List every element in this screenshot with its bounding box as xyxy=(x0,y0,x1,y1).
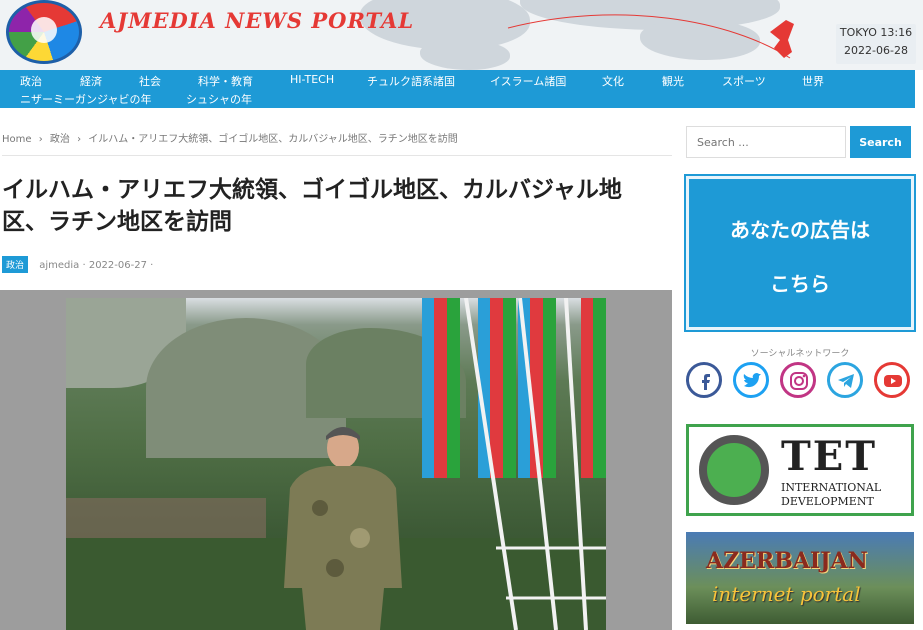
divider xyxy=(2,155,672,156)
tet-text: TET xyxy=(781,433,878,480)
aze-banner-title: AZERBAIJAN xyxy=(706,548,868,574)
article-title: イルハム・アリエフ大統領、ゴイゴル地区、カルバジャル地区、ラチン地区を訪問 xyxy=(2,177,622,235)
tet-line2: DEVELOPMENT xyxy=(781,495,874,508)
nav-item-islamic[interactable]: イスラーム諸国 xyxy=(490,73,566,89)
article-date: 2022-06-27 xyxy=(88,260,147,271)
city-time: TOKYO 13:16 xyxy=(839,26,913,39)
twitter-icon[interactable] xyxy=(733,362,769,398)
instagram-icon[interactable] xyxy=(780,362,816,398)
nav-item-shusha-year[interactable]: シュシャの年 xyxy=(186,91,252,107)
flight-path xyxy=(507,14,794,59)
person-figure xyxy=(284,427,402,630)
ad-banner[interactable]: あなたの広告は こちら xyxy=(684,174,916,332)
breadcrumb-home[interactable]: Home xyxy=(2,134,32,145)
facebook-icon[interactable] xyxy=(686,362,722,398)
article-image xyxy=(66,298,606,630)
nav-item-world[interactable]: 世界 xyxy=(802,73,824,89)
nav-item-sports[interactable]: スポーツ xyxy=(722,73,766,89)
meta-separator: · xyxy=(82,260,86,271)
breadcrumb-current: イルハム・アリエフ大統領、ゴイゴル地区、カルバジャル地区、ラチン地区を訪問 xyxy=(88,134,458,145)
site-title[interactable]: AJMEDIA NEWS PORTAL xyxy=(100,8,414,33)
breadcrumb-separator: › xyxy=(77,134,82,145)
tet-subtitle: INTERNATIONAL DEVELOPMENT xyxy=(781,481,881,509)
search-button[interactable]: Search xyxy=(850,126,911,158)
nav-item-science[interactable]: 科学・教育 xyxy=(198,73,253,89)
article-meta: 政治 ajmedia · 2022-06-27 · xyxy=(2,256,153,273)
site-header: AJMEDIA NEWS PORTAL TOKYO 13:16 2022-06-… xyxy=(0,0,923,70)
category-badge[interactable]: 政治 xyxy=(2,256,29,273)
article-author[interactable]: ajmedia xyxy=(39,260,79,271)
breadcrumb: Home › 政治 › イルハム・アリエフ大統領、ゴイゴル地区、カルバジャル地区… xyxy=(2,130,462,145)
flag-poles xyxy=(464,298,606,630)
nav-item-politics[interactable]: 政治 xyxy=(20,73,42,89)
nav-item-society[interactable]: 社会 xyxy=(139,73,161,89)
gear-leaf-icon xyxy=(699,435,769,505)
social-label: ソーシャルネットワーク xyxy=(750,349,850,359)
nav-item-turkic[interactable]: チュルク語系諸国 xyxy=(367,73,455,89)
date-time-box: TOKYO 13:16 2022-06-28 xyxy=(836,24,916,64)
nav-item-tourism[interactable]: 観光 xyxy=(662,73,684,89)
tet-line1: INTERNATIONAL xyxy=(781,481,882,494)
nav-item-hitech[interactable]: HI-TECH xyxy=(290,73,334,86)
youtube-icon[interactable] xyxy=(874,362,910,398)
ad-line1: あなたの広告は xyxy=(730,218,870,242)
breadcrumb-separator: › xyxy=(38,134,43,145)
current-date: 2022-06-28 xyxy=(844,44,908,57)
nav-item-culture[interactable]: 文化 xyxy=(602,73,624,89)
ad-line2: こちら xyxy=(770,272,830,296)
azerbaijan-flag xyxy=(422,298,460,478)
tet-banner[interactable]: TET INTERNATIONAL DEVELOPMENT xyxy=(686,424,914,516)
telegram-icon[interactable] xyxy=(827,362,863,398)
meta-separator: · xyxy=(150,260,154,271)
tet-logo-text: TET xyxy=(781,433,877,480)
nav-item-economy[interactable]: 経済 xyxy=(80,73,102,89)
azerbaijan-portal-banner[interactable]: AZERBAIJAN internet portal xyxy=(686,532,914,624)
nav-item-nizami-year[interactable]: ニザーミーガンジャビの年 xyxy=(20,91,151,107)
search-input[interactable] xyxy=(686,126,846,158)
breadcrumb-category[interactable]: 政治 xyxy=(50,134,70,145)
map-africa xyxy=(420,40,510,70)
main-nav: 政治 経済 社会 科学・教育 HI-TECH チュルク語系諸国 イスラーム諸国 … xyxy=(0,70,915,108)
site-logo[interactable] xyxy=(6,0,82,64)
aze-banner-subtitle: internet portal xyxy=(712,582,861,606)
